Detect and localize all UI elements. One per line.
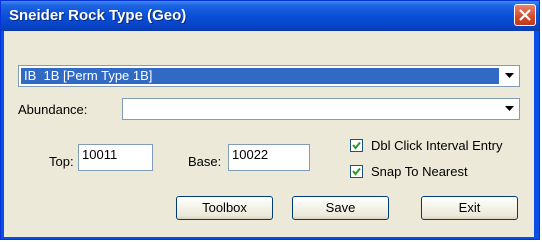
dialog-body: IB 1B [Perm Type 1B] Abundance: Top: 100… <box>4 31 534 237</box>
dropdown-arrow-button[interactable] <box>501 67 518 85</box>
dialog-window: Sneider Rock Type (Geo) IB 1B [Perm Type… <box>0 0 540 240</box>
exit-button[interactable]: Exit <box>421 196 518 220</box>
save-button[interactable]: Save <box>292 196 389 220</box>
snap-label[interactable]: Snap To Nearest <box>371 164 468 179</box>
dbl-click-label[interactable]: Dbl Click Interval Entry <box>371 138 502 153</box>
toolbox-button[interactable]: Toolbox <box>176 196 273 220</box>
abundance-dropdown[interactable] <box>122 98 520 120</box>
checkmark-icon <box>352 141 361 150</box>
rock-type-selected: IB 1B [Perm Type 1B] <box>21 68 499 84</box>
title-bar[interactable]: Sneider Rock Type (Geo) <box>1 1 539 31</box>
snap-checkbox[interactable] <box>350 165 363 178</box>
dropdown-arrow-button[interactable] <box>501 100 518 118</box>
close-button[interactable] <box>514 4 536 26</box>
top-label: Top: <box>49 154 74 169</box>
rock-type-dropdown[interactable]: IB 1B [Perm Type 1B] <box>18 65 520 87</box>
rock-type-value: 1B [Perm Type 1B] <box>43 68 153 83</box>
chevron-down-icon <box>505 73 514 78</box>
base-label: Base: <box>188 154 222 169</box>
base-input[interactable]: 10022 <box>228 144 310 171</box>
top-input[interactable]: 10011 <box>78 144 153 171</box>
dbl-click-checkbox[interactable] <box>350 139 363 152</box>
rock-type-code: IB <box>24 68 37 83</box>
window-title: Sneider Rock Type (Geo) <box>9 7 187 24</box>
abundance-label: Abundance: <box>18 102 88 117</box>
close-icon <box>519 9 531 21</box>
chevron-down-icon <box>505 106 514 111</box>
checkmark-icon <box>352 167 361 176</box>
